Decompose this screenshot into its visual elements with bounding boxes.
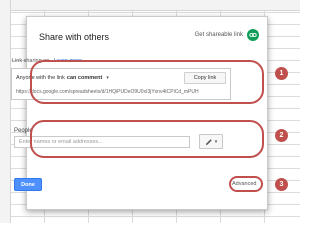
callout-badge-3: 3 xyxy=(275,178,288,191)
callout-badge-1: 1 xyxy=(275,67,288,80)
dialog-title: Share with others xyxy=(39,32,110,42)
callout-ring-people xyxy=(30,120,264,158)
done-button[interactable]: Done xyxy=(14,178,42,191)
callout-badge-2: 2 xyxy=(275,129,288,142)
callout-ring-link-sharing xyxy=(30,60,264,104)
get-shareable-link-label: Get shareable link xyxy=(194,32,243,38)
link-icon xyxy=(247,29,259,41)
callout-ring-advanced xyxy=(229,176,263,192)
get-shareable-link-button[interactable]: Get shareable link xyxy=(195,29,259,41)
